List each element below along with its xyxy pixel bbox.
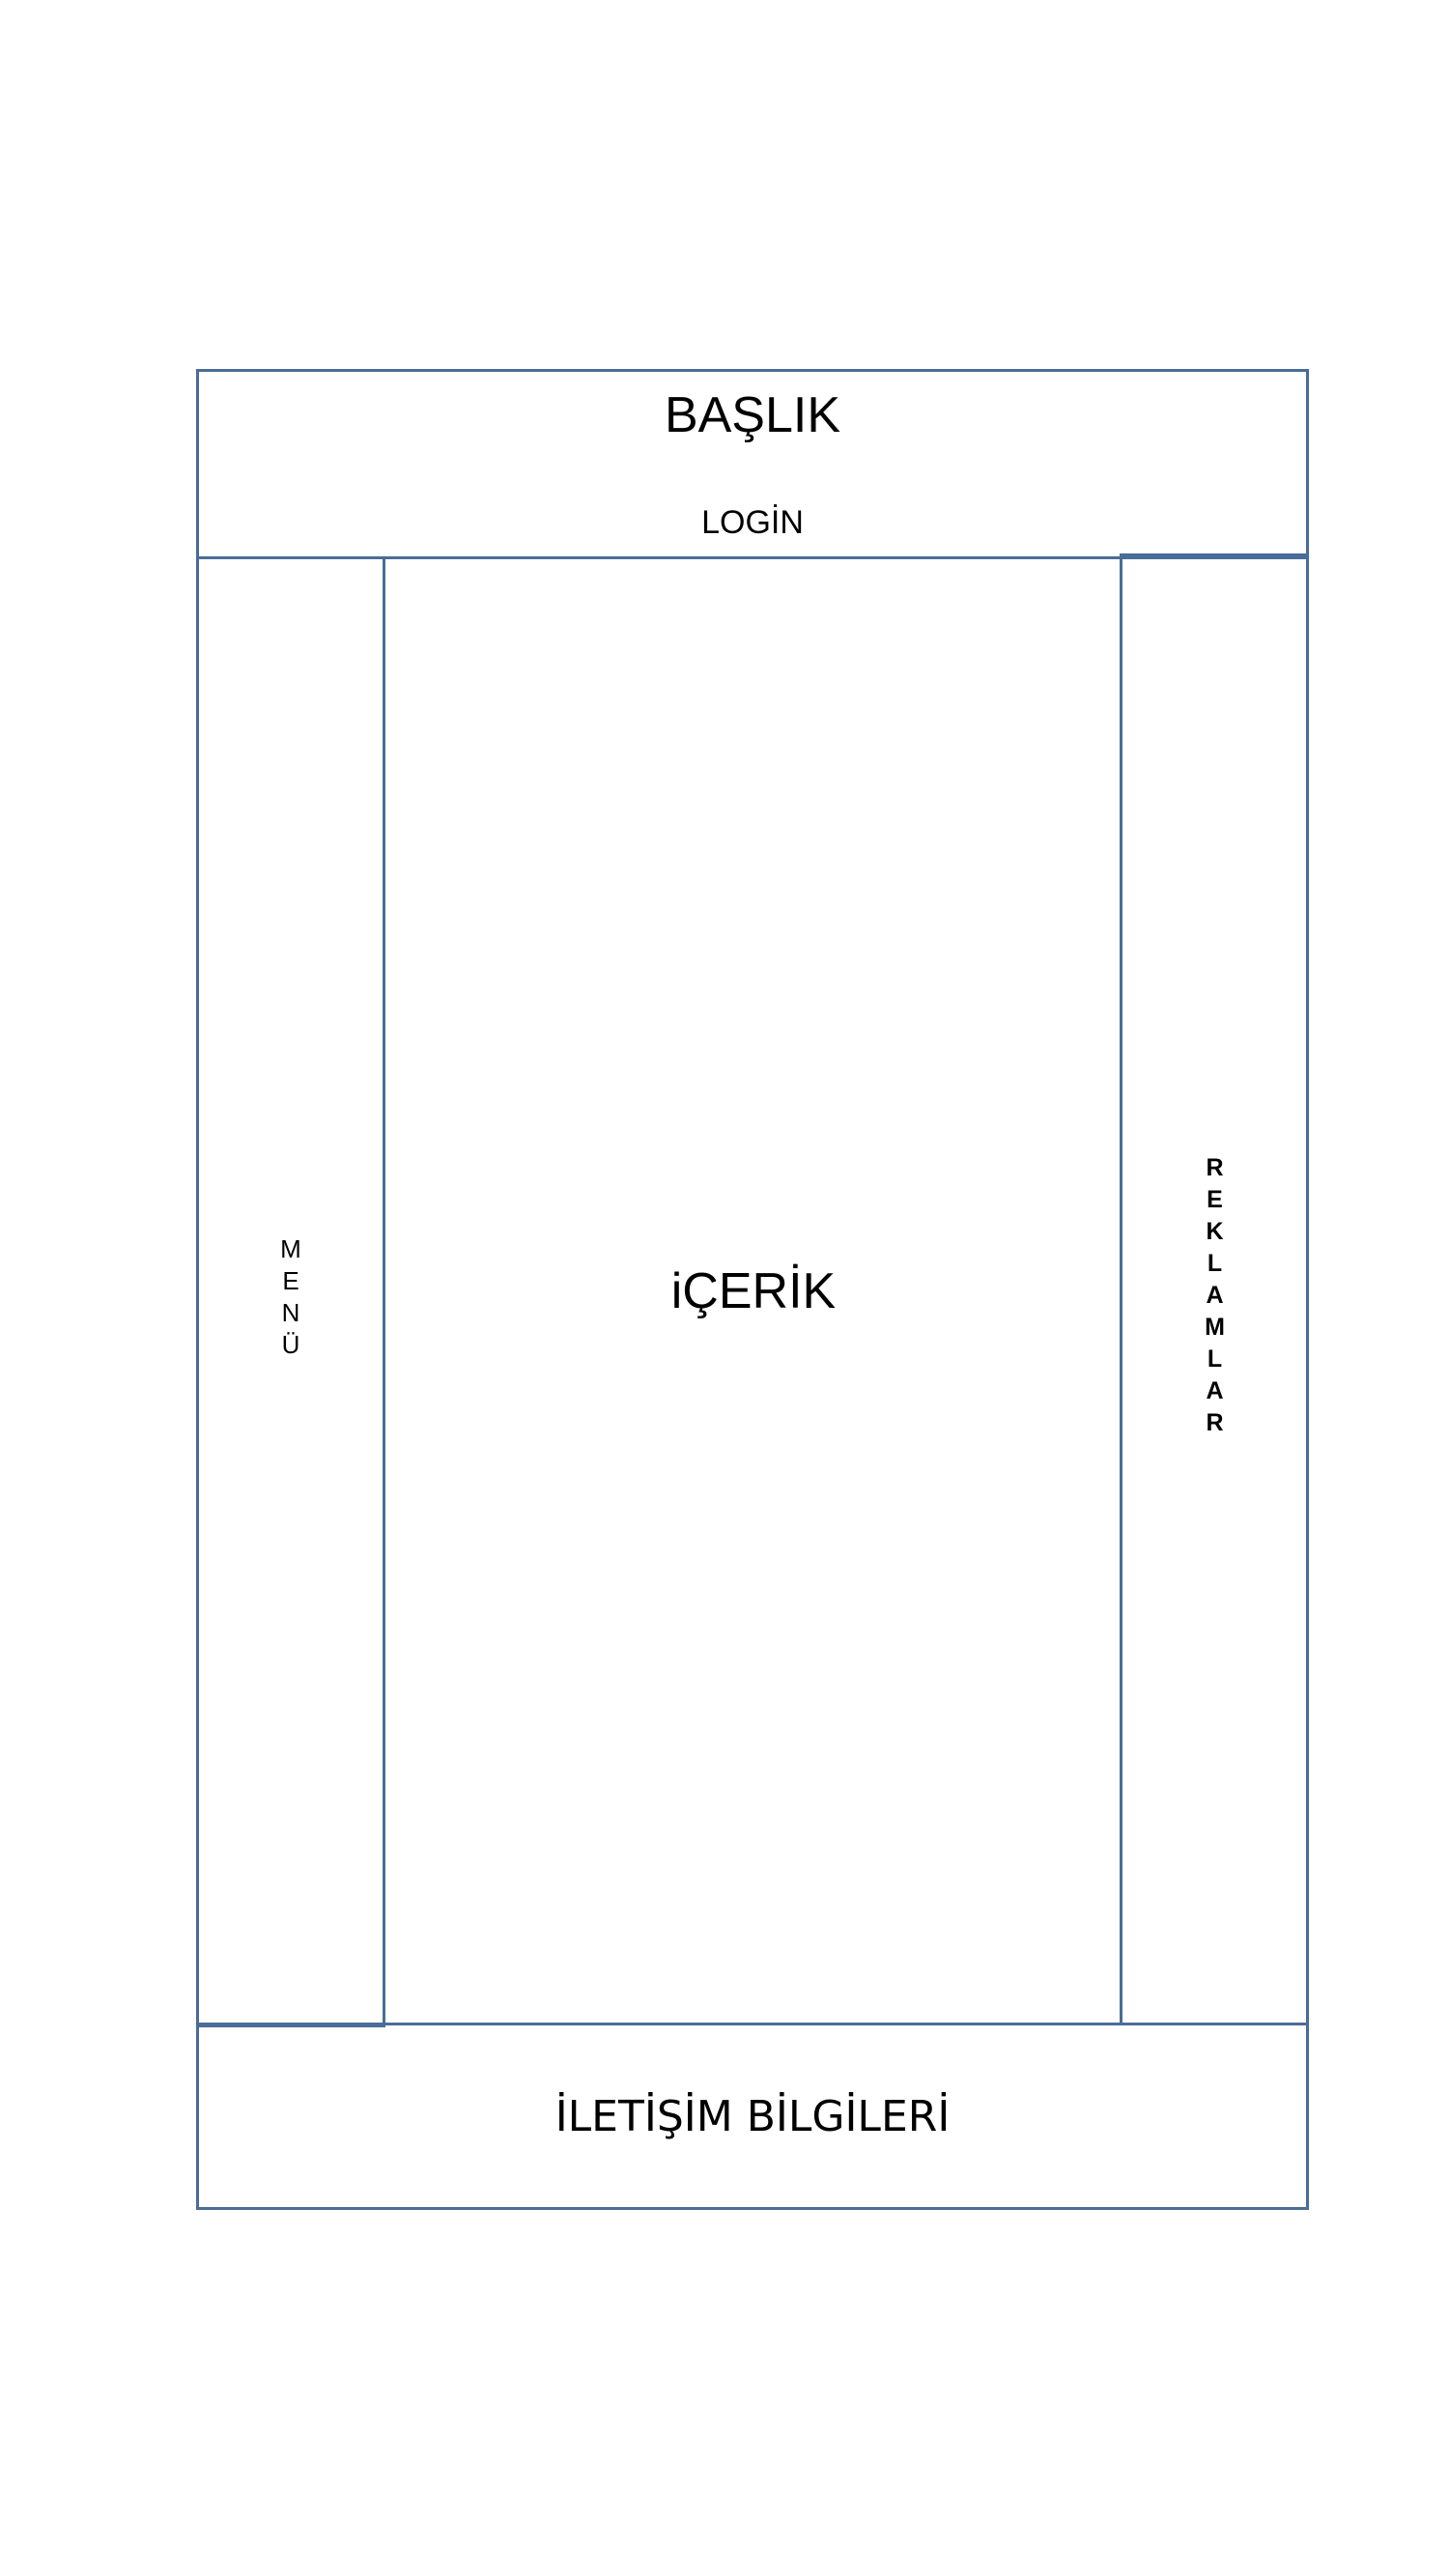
ads-label: R E K L A M L A R (1121, 1152, 1309, 1439)
menu-label[interactable]: M E N Ü (196, 1233, 385, 1361)
menu-letter: E (282, 1266, 299, 1295)
ads-letter: A (1206, 1282, 1224, 1309)
footer-label: İLETİŞİM BİLGİLERİ (554, 2092, 951, 2141)
ads-letter: R (1206, 1409, 1224, 1436)
menu-letter: Ü (281, 1330, 300, 1359)
header-title: BAŞLIK (664, 387, 841, 443)
ads-letter: L (1207, 1345, 1223, 1373)
ads-letter: A (1206, 1377, 1224, 1404)
ads-letter: K (1206, 1218, 1224, 1245)
ads-letter: E (1207, 1186, 1223, 1213)
menu-letter: N (281, 1298, 300, 1327)
menu-letter: M (280, 1234, 301, 1263)
ads-letter: M (1205, 1314, 1225, 1341)
content-label: iÇERİK (670, 1263, 837, 1319)
ads-letter: L (1207, 1250, 1223, 1277)
login-link[interactable]: LOGİN (196, 503, 1309, 542)
ads-letter: R (1206, 1154, 1224, 1181)
